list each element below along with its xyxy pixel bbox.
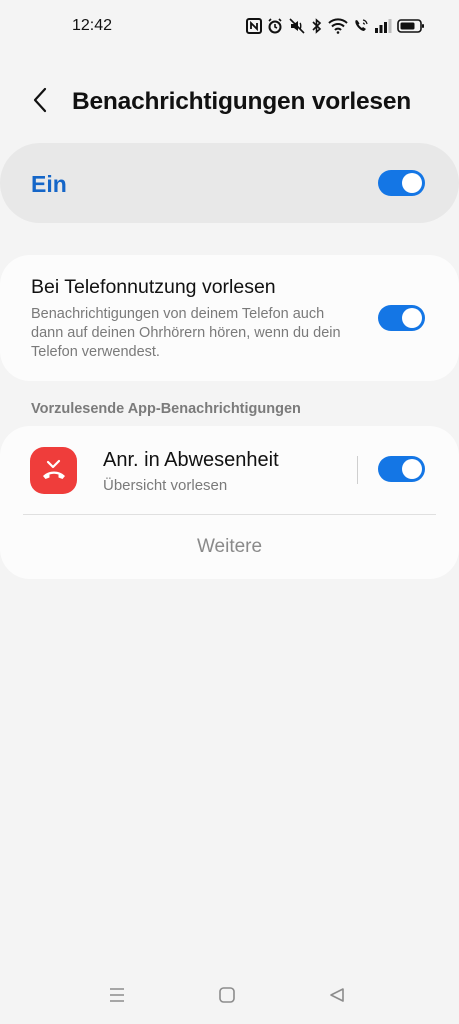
back-button[interactable]: [22, 84, 58, 120]
master-switch-label: Ein: [31, 171, 67, 197]
home-button[interactable]: [212, 982, 242, 1012]
nav-bar: [0, 970, 459, 1024]
app-toggle[interactable]: [378, 456, 425, 482]
recents-button[interactable]: [102, 982, 132, 1012]
back-icon: [328, 986, 346, 1009]
app-list-card: Anr. in Abwesenheit Übersicht vorlesen W…: [0, 426, 459, 579]
nav-back-button[interactable]: [322, 982, 352, 1012]
read-while-using-toggle[interactable]: [378, 305, 425, 331]
recents-icon: [108, 987, 126, 1008]
back-arrow-icon: [32, 87, 48, 118]
page-title: Benachrichtigungen vorlesen: [72, 88, 412, 115]
status-bar: 12:42: [0, 0, 459, 52]
more-button[interactable]: Weitere: [0, 515, 459, 579]
app-section-header: Vorzulesende App-Benachrichtigungen: [31, 401, 301, 417]
app-name: Anr. in Abwesenheit: [103, 449, 279, 471]
list-item[interactable]: Anr. in Abwesenheit Übersicht vorlesen: [0, 426, 459, 514]
signal-icon: [374, 18, 392, 34]
vertical-divider: [357, 456, 358, 484]
nfc-icon: [246, 18, 262, 34]
app-subtitle: Übersicht vorlesen: [103, 477, 228, 494]
toggle-knob: [402, 459, 422, 479]
toggle-knob: [402, 173, 422, 193]
master-switch-card[interactable]: Ein: [0, 143, 459, 223]
bluetooth-icon: [311, 18, 323, 34]
wifi-call-icon: [353, 18, 369, 34]
home-icon: [218, 986, 236, 1009]
missed-call-icon: [30, 447, 77, 494]
read-while-using-title: Bei Telefonnutzung vorlesen: [31, 276, 276, 298]
wifi-icon: [328, 18, 348, 34]
read-while-using-description: Benachrichtigungen von deinem Telefon au…: [31, 306, 341, 360]
master-toggle[interactable]: [378, 170, 425, 196]
alarm-icon: [267, 18, 283, 34]
mute-icon: [288, 18, 306, 34]
option-card[interactable]: Bei Telefonnutzung vorlesen Benachrichti…: [0, 255, 459, 381]
toggle-knob: [402, 308, 422, 328]
status-icons: [246, 16, 425, 36]
status-time: 12:42: [72, 17, 113, 34]
header: Benachrichtigungen vorlesen: [0, 78, 459, 128]
battery-icon: [397, 18, 425, 34]
